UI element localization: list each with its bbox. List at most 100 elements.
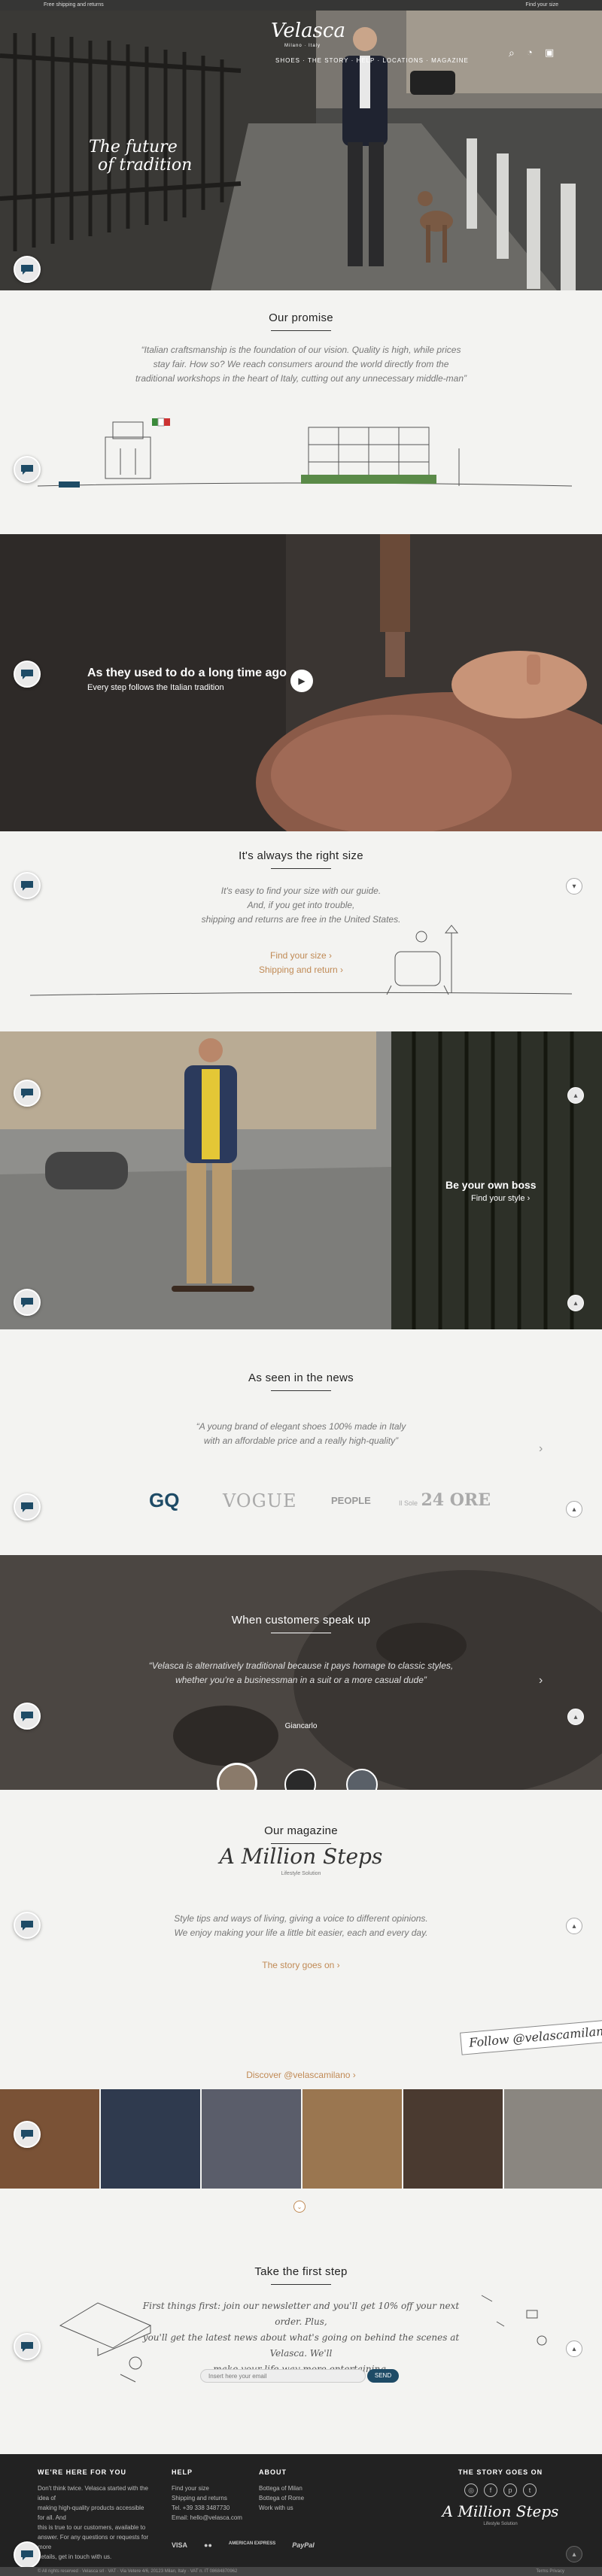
footer-link-milan[interactable]: Bottega of Milan bbox=[259, 2483, 342, 2493]
footer-link-rome[interactable]: Bottega of Rome bbox=[259, 2493, 342, 2503]
boss-title: Be your own boss bbox=[445, 1179, 537, 1191]
news-logo-sole-name: 24 ORE bbox=[421, 1490, 491, 1510]
top-bar: Free shipping and returns Find your size bbox=[0, 0, 602, 11]
magazine-logo[interactable]: A Million Steps bbox=[0, 1844, 602, 1869]
topbar-shipping-link[interactable]: Free shipping and returns bbox=[44, 2, 104, 8]
chat-icon[interactable] bbox=[14, 1912, 41, 1939]
magazine-title: Our magazine bbox=[0, 1824, 602, 1844]
footer-magazine-logo[interactable]: A Million Steps bbox=[436, 2503, 564, 2520]
main-nav: SHOES · THE STORY · HELP · LOCATIONS · M… bbox=[275, 57, 469, 64]
scroll-down-icon[interactable]: ▴ bbox=[567, 1295, 584, 1311]
customers-quote: “Velasca is alternatively traditional be… bbox=[0, 1659, 602, 1687]
news-logo-gq: GQ bbox=[149, 1489, 180, 1511]
footer-contact-text: making high-quality products accessible … bbox=[38, 2505, 144, 2521]
chat-icon[interactable] bbox=[14, 1289, 41, 1316]
armchair-illustration bbox=[29, 925, 573, 996]
footer-about-title: ABOUT bbox=[259, 2468, 287, 2476]
scroll-top-icon[interactable]: ▴ bbox=[566, 2546, 582, 2562]
footer-contact-title: WE'RE HERE FOR YOU bbox=[38, 2468, 126, 2476]
scroll-up-icon[interactable]: ▴ bbox=[567, 1087, 584, 1104]
nav-item-help[interactable]: HELP bbox=[356, 57, 375, 64]
instagram-photo[interactable] bbox=[403, 2089, 503, 2189]
brand-subtitle: Milano · Italy bbox=[284, 44, 321, 48]
footer-about-column: ABOUT Bottega of Milan Bottega of Rome W… bbox=[259, 2468, 342, 2513]
news-logo-sole: Il Sole 24 ORE bbox=[399, 1490, 491, 1510]
promise-section: Our promise “Italian craftsmanship is th… bbox=[0, 290, 602, 534]
nav-item-magazine[interactable]: MAGAZINE bbox=[431, 57, 469, 64]
scroll-up-icon[interactable]: ▴ bbox=[567, 1709, 584, 1725]
customers-author: Giancarlo bbox=[284, 1722, 318, 1730]
instagram-photo[interactable] bbox=[504, 2089, 602, 2189]
topbar-size-link[interactable]: Find your size bbox=[525, 2, 558, 8]
instagram-icon[interactable]: ◎ bbox=[464, 2483, 478, 2497]
tradition-title: As they used to do a long time ago bbox=[87, 667, 287, 679]
magazine-section: Our magazine A Million Steps Lifestyle S… bbox=[0, 1790, 602, 2235]
load-more-icon[interactable]: ⌄ bbox=[293, 2201, 306, 2213]
user-icon[interactable]: ◔ bbox=[527, 47, 533, 58]
chat-icon[interactable] bbox=[14, 1080, 41, 1107]
payment-methods: VISA ●● AMERICAN EXPRESS PayPal bbox=[172, 2541, 315, 2549]
hero-tagline-line1: The future bbox=[89, 138, 178, 156]
news-quote-line2: with an affordable price and a really hi… bbox=[203, 1435, 399, 1446]
play-video-button[interactable]: ▶ bbox=[290, 670, 313, 692]
visa-icon: VISA bbox=[172, 2541, 188, 2549]
news-section: As seen in the news “A young brand of el… bbox=[0, 1329, 602, 1555]
instagram-photo[interactable] bbox=[303, 2089, 402, 2189]
cart-icon[interactable]: ▣ bbox=[545, 47, 554, 59]
magazine-text-line1: Style tips and ways of living, giving a … bbox=[174, 1913, 428, 1924]
footer-link-size[interactable]: Find your size bbox=[172, 2483, 254, 2493]
search-icon[interactable]: ⌕ bbox=[509, 47, 515, 59]
footer-link-jobs[interactable]: Work with us bbox=[259, 2503, 342, 2513]
footer-contact-column: WE'RE HERE FOR YOU Don't think twice. Ve… bbox=[38, 2468, 150, 2562]
copyright-text: © All rights reserved · Velasca srl · VA… bbox=[38, 2569, 238, 2574]
facebook-icon[interactable]: f bbox=[484, 2483, 497, 2497]
scroll-down-icon[interactable]: ▾ bbox=[566, 878, 582, 895]
chat-icon[interactable] bbox=[14, 1703, 41, 1730]
size-text-line1: It's easy to find your size with our gui… bbox=[220, 886, 382, 896]
story-link[interactable]: The story goes on › bbox=[0, 1960, 602, 1970]
nav-item-shoes[interactable]: SHOES bbox=[275, 57, 300, 64]
footer: WE'RE HERE FOR YOU Don't think twice. Ve… bbox=[0, 2454, 602, 2576]
scroll-up-icon[interactable]: ▴ bbox=[566, 2341, 582, 2357]
size-title: It's always the right size bbox=[0, 849, 602, 869]
scroll-up-icon[interactable]: ▴ bbox=[566, 1501, 582, 1517]
amex-icon: AMERICAN EXPRESS bbox=[228, 2541, 276, 2546]
next-review-arrow-icon[interactable]: › bbox=[539, 1674, 543, 1687]
brand-logo[interactable]: Velasca bbox=[271, 20, 345, 42]
scroll-up-icon[interactable]: ▴ bbox=[566, 1918, 582, 1934]
discover-instagram-link[interactable]: Discover @velascamilano › bbox=[0, 2070, 602, 2080]
legal-links[interactable]: Terms Privacy bbox=[536, 2569, 564, 2574]
chat-icon[interactable] bbox=[14, 2541, 41, 2568]
magazine-text-line2: We enjoy making your life a little bit e… bbox=[174, 1927, 428, 1938]
footer-story-column: THE STORY GOES ON ◎ f p t A Million Step… bbox=[436, 2468, 564, 2529]
twitter-icon[interactable]: t bbox=[523, 2483, 537, 2497]
news-logo-vogue: VOGUE bbox=[223, 1490, 297, 1511]
footer-email[interactable]: Email: hello@velasca.com bbox=[172, 2513, 254, 2523]
news-logo-people: PEOPLE bbox=[331, 1495, 371, 1506]
newsletter-section: Take the first step First things first: … bbox=[0, 2235, 602, 2454]
nav-item-story[interactable]: THE STORY bbox=[308, 57, 348, 64]
nav-item-locations[interactable]: LOCATIONS bbox=[382, 57, 424, 64]
chat-icon[interactable] bbox=[14, 661, 41, 688]
customers-quote-line1: “Velasca is alternatively traditional be… bbox=[148, 1660, 454, 1671]
instagram-follow-banner[interactable]: Follow @velascamilano on bbox=[460, 2019, 602, 2055]
instagram-photo[interactable] bbox=[202, 2089, 301, 2189]
mastercard-icon: ●● bbox=[204, 2541, 212, 2549]
workshop-illustration bbox=[37, 418, 573, 488]
footer-phone[interactable]: Tel. +39 338 3487730 bbox=[172, 2503, 254, 2513]
chat-icon[interactable] bbox=[14, 2333, 41, 2360]
footer-magazine-subtitle: Lifestyle Solution bbox=[483, 2522, 518, 2526]
chat-icon[interactable] bbox=[14, 2121, 41, 2148]
boss-section: Be your own boss Find your style › ▴ ▴ bbox=[0, 1031, 602, 1329]
chat-icon[interactable] bbox=[14, 1493, 41, 1520]
find-style-link[interactable]: Find your style › bbox=[471, 1194, 530, 1203]
chat-icon[interactable] bbox=[14, 456, 41, 483]
footer-link-shipping[interactable]: Shipping and returns bbox=[172, 2493, 254, 2503]
chat-icon[interactable] bbox=[14, 256, 41, 283]
instagram-photo[interactable] bbox=[101, 2089, 200, 2189]
next-quote-arrow-icon[interactable]: › bbox=[539, 1442, 543, 1456]
customers-quote-line2: whether you're a businessman in a suit o… bbox=[175, 1675, 427, 1685]
pinterest-icon[interactable]: p bbox=[503, 2483, 517, 2497]
footer-help-title: HELP bbox=[172, 2468, 193, 2476]
chat-icon[interactable] bbox=[14, 872, 41, 899]
